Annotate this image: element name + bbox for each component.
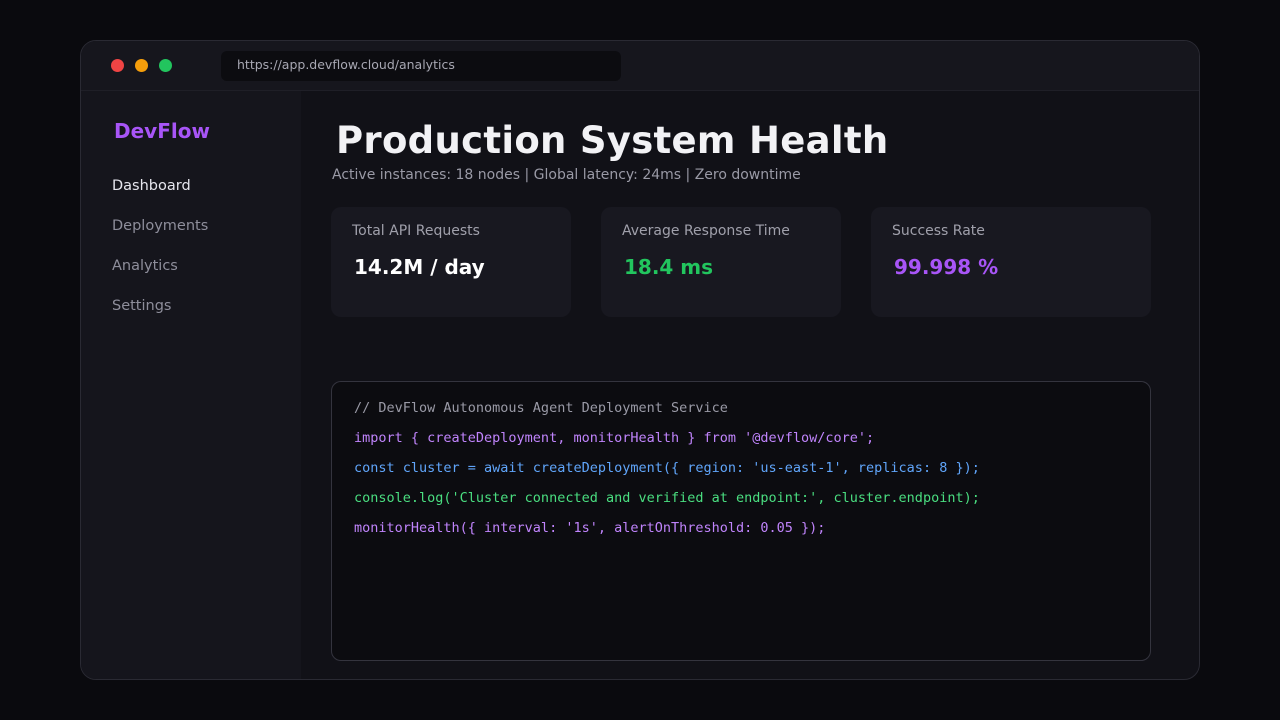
address-bar[interactable]: https://app.devflow.cloud/analytics <box>221 51 621 81</box>
page-subtitle: Active instances: 18 nodes | Global late… <box>332 167 801 183</box>
browser-window: https://app.devflow.cloud/analytics DevF… <box>80 40 1200 680</box>
code-line: console.log('Cluster connected and verif… <box>354 490 980 506</box>
code-line: const cluster = await createDeployment({… <box>354 460 980 476</box>
sidebar-item-analytics[interactable]: Analytics <box>112 258 178 274</box>
metric-card-success-rate: Success Rate 99.998 % <box>871 207 1151 317</box>
minimize-window-button[interactable] <box>135 59 148 72</box>
metric-card-api-requests: Total API Requests 14.2M / day <box>331 207 571 317</box>
sidebar-item-settings[interactable]: Settings <box>112 298 171 314</box>
page-title: Production System Health <box>336 119 889 162</box>
metric-card-response-time: Average Response Time 18.4 ms <box>601 207 841 317</box>
code-panel: // DevFlow Autonomous Agent Deployment S… <box>331 381 1151 661</box>
title-bar: https://app.devflow.cloud/analytics <box>81 41 1199 91</box>
metric-value: 99.998 % <box>894 255 999 279</box>
metric-label: Success Rate <box>892 223 985 239</box>
metric-value: 18.4 ms <box>624 255 714 279</box>
metric-value: 14.2M / day <box>354 255 485 279</box>
metric-label: Total API Requests <box>352 223 480 239</box>
sidebar-item-deployments[interactable]: Deployments <box>112 218 208 234</box>
code-line: monitorHealth({ interval: '1s', alertOnT… <box>354 520 826 536</box>
metric-label: Average Response Time <box>622 223 790 239</box>
code-line: import { createDeployment, monitorHealth… <box>354 430 875 446</box>
maximize-window-button[interactable] <box>159 59 172 72</box>
close-window-button[interactable] <box>111 59 124 72</box>
brand-logo[interactable]: DevFlow <box>114 119 210 143</box>
sidebar: DevFlow Dashboard Deployments Analytics … <box>81 91 301 679</box>
code-line: // DevFlow Autonomous Agent Deployment S… <box>354 400 728 416</box>
main-content: Production System Health Active instance… <box>301 91 1199 679</box>
sidebar-item-dashboard[interactable]: Dashboard <box>112 178 191 194</box>
